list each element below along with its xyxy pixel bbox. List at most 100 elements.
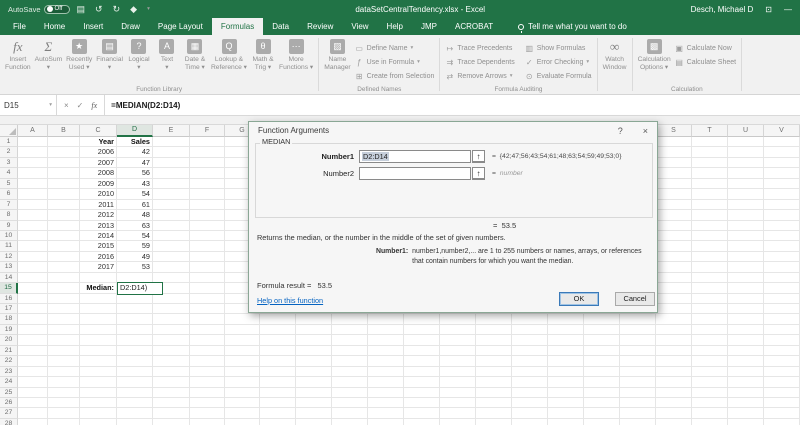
cell[interactable]	[117, 408, 153, 418]
cell[interactable]	[548, 356, 584, 366]
cell[interactable]	[260, 419, 296, 425]
row-header-17[interactable]: 17	[0, 304, 18, 314]
cell[interactable]	[18, 241, 48, 251]
cell[interactable]	[764, 356, 800, 366]
cell[interactable]	[332, 325, 368, 335]
cell[interactable]	[728, 398, 764, 408]
cell[interactable]	[225, 346, 260, 356]
cell[interactable]	[18, 252, 48, 262]
cell-D4[interactable]: 56	[117, 168, 153, 178]
cell[interactable]	[512, 314, 548, 324]
cell[interactable]	[80, 273, 117, 283]
cell[interactable]	[476, 367, 512, 377]
cell[interactable]	[620, 419, 656, 425]
cell[interactable]	[764, 367, 800, 377]
cell[interactable]	[512, 408, 548, 418]
cell[interactable]	[440, 367, 476, 377]
trace-precedents-button[interactable]: ↦Trace Precedents	[443, 41, 516, 55]
tab-help[interactable]: Help	[378, 18, 412, 35]
cell[interactable]	[48, 314, 80, 324]
cell[interactable]	[728, 356, 764, 366]
cell[interactable]	[764, 147, 800, 157]
calculate-now-button[interactable]: ▣Calculate Now	[673, 41, 738, 55]
cell[interactable]	[153, 377, 190, 387]
cell[interactable]	[190, 273, 225, 283]
cell-D10[interactable]: 54	[117, 231, 153, 241]
cell[interactable]	[48, 210, 80, 220]
cell[interactable]	[404, 377, 440, 387]
cell[interactable]	[584, 398, 620, 408]
cell[interactable]	[692, 408, 728, 418]
cell[interactable]	[476, 325, 512, 335]
cell[interactable]	[548, 377, 584, 387]
cell[interactable]	[728, 283, 764, 293]
cell[interactable]	[548, 388, 584, 398]
cell[interactable]	[332, 356, 368, 366]
text-button[interactable]: AText▾	[153, 37, 181, 85]
tab-page-layout[interactable]: Page Layout	[149, 18, 212, 35]
cell[interactable]	[332, 346, 368, 356]
cell[interactable]	[656, 241, 692, 251]
cell[interactable]	[260, 346, 296, 356]
cell[interactable]	[728, 335, 764, 345]
cell[interactable]	[512, 398, 548, 408]
cell[interactable]	[80, 325, 117, 335]
cell[interactable]	[48, 346, 80, 356]
cell[interactable]	[18, 147, 48, 157]
cell[interactable]	[656, 189, 692, 199]
select-all-corner[interactable]	[0, 125, 18, 137]
cell[interactable]	[190, 408, 225, 418]
undo-icon[interactable]: ↺	[95, 4, 103, 14]
cell[interactable]	[620, 314, 656, 324]
cell[interactable]	[764, 137, 800, 147]
save-icon[interactable]: ▤	[77, 4, 86, 14]
cell[interactable]	[620, 335, 656, 345]
autosum-button[interactable]: ΣAutoSum▾	[33, 37, 65, 85]
cell[interactable]	[18, 273, 48, 283]
cell[interactable]	[190, 335, 225, 345]
cell[interactable]	[764, 262, 800, 272]
cell[interactable]	[656, 147, 692, 157]
column-header-C[interactable]: C	[80, 125, 117, 137]
dialog-close-icon[interactable]: ×	[643, 126, 648, 136]
cell-D13[interactable]: 53	[117, 262, 153, 272]
cell[interactable]	[512, 419, 548, 425]
cell[interactable]	[656, 377, 692, 387]
cell[interactable]	[728, 273, 764, 283]
row-header-18[interactable]: 18	[0, 314, 18, 324]
cell-D8[interactable]: 48	[117, 210, 153, 220]
cell[interactable]	[225, 388, 260, 398]
cell[interactable]	[225, 314, 260, 324]
row-header-14[interactable]: 14	[0, 273, 18, 283]
cell[interactable]	[153, 304, 190, 314]
cell[interactable]	[404, 325, 440, 335]
cell[interactable]	[80, 377, 117, 387]
cell[interactable]	[153, 262, 190, 272]
tab-file[interactable]: File	[4, 18, 35, 35]
cell[interactable]	[548, 314, 584, 324]
cell[interactable]	[656, 273, 692, 283]
cell[interactable]	[117, 335, 153, 345]
cell[interactable]	[728, 158, 764, 168]
cell[interactable]	[656, 168, 692, 178]
dialog-title-bar[interactable]: Function Arguments ? ×	[249, 122, 657, 139]
cell[interactable]	[548, 346, 584, 356]
cell[interactable]	[296, 346, 332, 356]
cell[interactable]	[190, 231, 225, 241]
tab-acrobat[interactable]: ACROBAT	[446, 18, 502, 35]
cell[interactable]	[190, 419, 225, 425]
cell[interactable]	[512, 346, 548, 356]
cell[interactable]	[404, 356, 440, 366]
cell[interactable]	[18, 367, 48, 377]
cell[interactable]	[80, 335, 117, 345]
cell[interactable]	[153, 210, 190, 220]
cell[interactable]	[692, 419, 728, 425]
cell[interactable]	[692, 367, 728, 377]
cell[interactable]	[48, 304, 80, 314]
cell[interactable]	[656, 419, 692, 425]
cell[interactable]	[728, 189, 764, 199]
cell[interactable]	[117, 356, 153, 366]
cancel-button[interactable]: Cancel	[615, 292, 655, 306]
cell-C12[interactable]: 2016	[80, 252, 117, 262]
cell[interactable]	[190, 314, 225, 324]
